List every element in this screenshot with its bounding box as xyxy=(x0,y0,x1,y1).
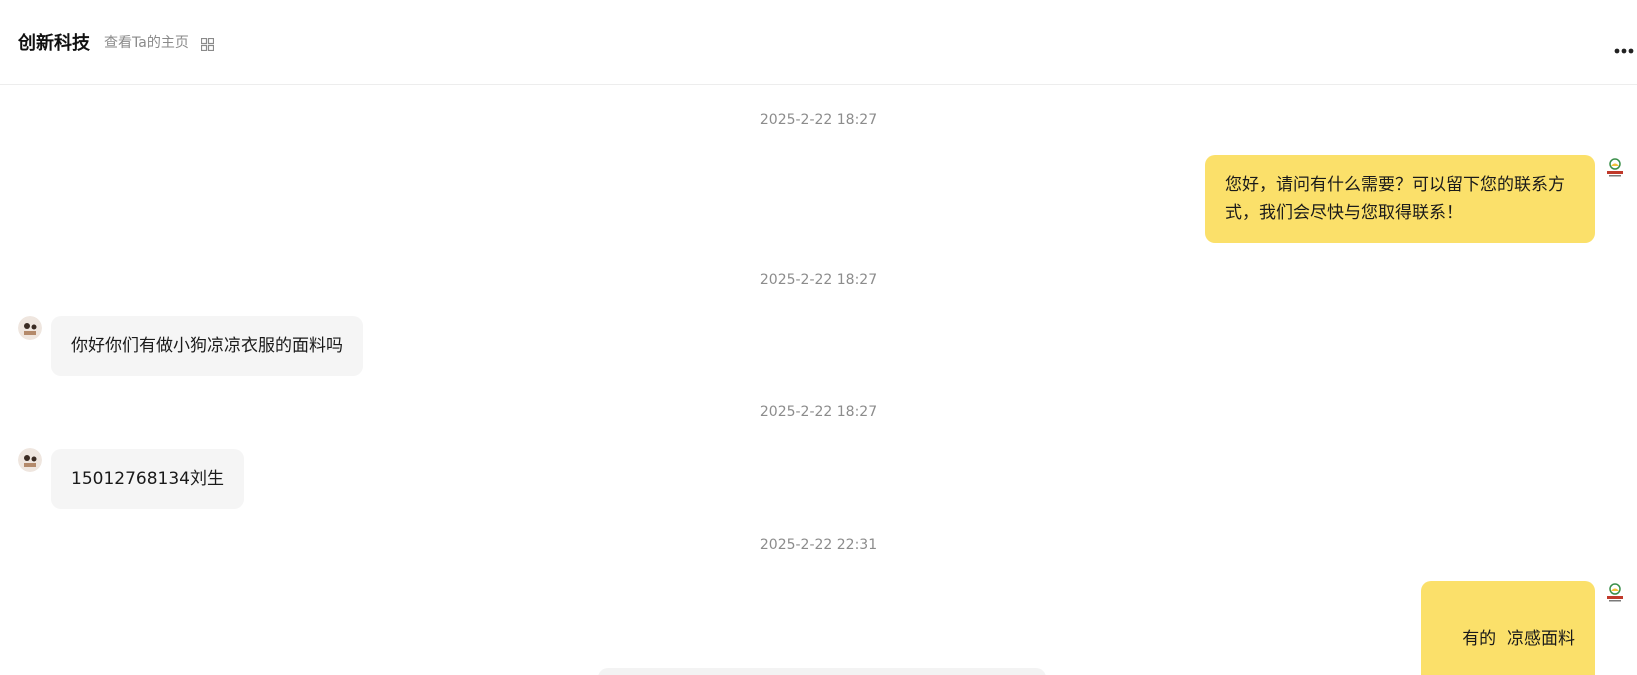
message-timestamp: 2025-2-22 18:27 xyxy=(759,272,878,288)
my-message-bubble[interactable]: 您好，请问有什么需要？可以留下您的联系方式，我们会尽快与您取得联系！ xyxy=(1205,155,1595,243)
my-avatar-icon xyxy=(1603,156,1627,180)
chat-header: 创新科技 查看Ta的主页 xyxy=(0,0,1637,85)
view-profile-link[interactable]: 查看Ta的主页 xyxy=(104,32,189,52)
my-avatar-icon xyxy=(1603,581,1627,605)
qr-code-icon[interactable] xyxy=(200,36,214,51)
contact-message-bubble[interactable]: 你好你们有做小狗凉凉衣服的面料吗 xyxy=(51,316,363,376)
message-timestamp: 2025-2-22 22:31 xyxy=(759,537,878,553)
message-text: 您好，请问有什么需要？可以留下您的联系方式，我们会尽快与您取得联系！ xyxy=(1225,175,1565,223)
more-dots-icon[interactable] xyxy=(1613,39,1637,54)
contact-avatar-icon xyxy=(18,448,42,472)
message-text: 你好你们有做小狗凉凉衣服的面料吗 xyxy=(71,336,343,356)
my-message-bubble[interactable]: 有的 凉感面料 xyxy=(1420,581,1595,675)
message-timestamp: 2025-2-22 18:27 xyxy=(759,112,878,128)
contact-avatar-icon xyxy=(18,316,42,340)
contact-name: 创新科技 xyxy=(18,33,90,54)
message-timestamp: 2025-2-22 18:27 xyxy=(759,404,878,420)
message-text: 有的 凉感面料 xyxy=(1462,629,1575,649)
contact-message-bubble[interactable]: 15012768134刘生 xyxy=(51,449,244,509)
partial-card xyxy=(598,668,1046,675)
message-text: 15012768134刘生 xyxy=(71,469,224,489)
message-list[interactable]: 2025-2-22 18:27 您好，请问有什么需要？可以留下您的联系方式，我们… xyxy=(0,86,1637,675)
